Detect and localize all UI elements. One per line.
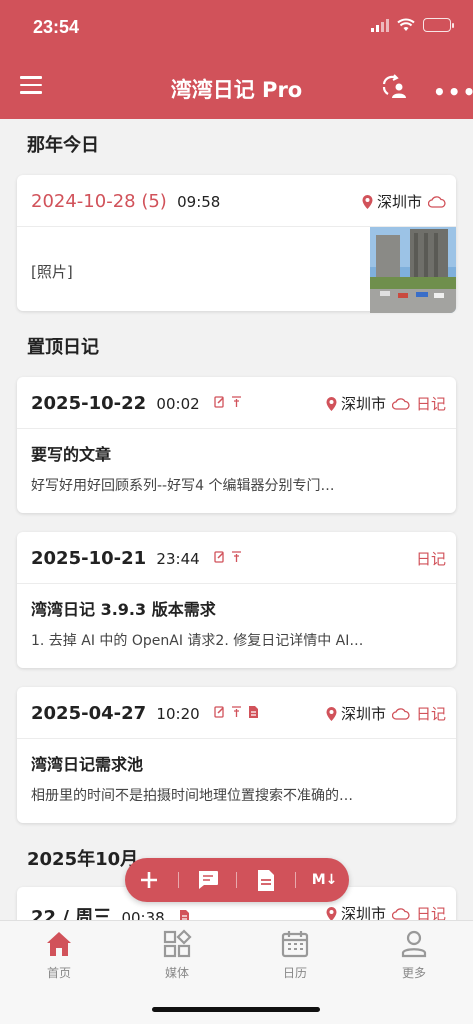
tab-calendar[interactable]: 日历 [255, 929, 335, 981]
location-pin-icon [326, 706, 337, 721]
sync-user-icon[interactable] [380, 74, 408, 100]
entry-category[interactable]: 日记 [416, 703, 446, 724]
tab-media[interactable]: 媒体 [137, 929, 217, 981]
edit-doc-icon [214, 551, 224, 563]
status-icons [371, 18, 454, 32]
home-indicator [152, 1007, 320, 1012]
app-header: 23:54 湾湾日记 Pro ••• [0, 0, 473, 119]
tab-more[interactable]: 更多 [374, 929, 454, 981]
entry-location: 深圳市 [376, 193, 422, 211]
entry-time: 09:58 [177, 193, 221, 211]
battery-icon [423, 18, 454, 32]
entry-body: [照片] [31, 263, 73, 281]
entry-date: 2025-10-21 [31, 548, 147, 569]
photo-thumbnail[interactable] [370, 227, 456, 313]
entry-title: 湾湾日记 3.9.3 版本需求 [31, 600, 216, 619]
entry-time: 00:02 [156, 395, 200, 413]
entry-title: 要写的文章 [31, 445, 112, 464]
entry-location: 深圳市 [340, 395, 386, 413]
diary-card[interactable]: 2025-04-27 10:20 深圳市 日记 湾湾日记需求池 相册里的时间不是… [17, 687, 456, 823]
document-icon [248, 706, 258, 718]
cloud-icon [428, 195, 446, 208]
divider [236, 872, 238, 888]
section-title-month: 2025年10月 [27, 849, 139, 870]
entry-category[interactable]: 日记 [416, 903, 446, 920]
status-time: 23:54 [33, 17, 80, 37]
floating-toolbar: M↓ [125, 858, 349, 902]
entry-time: 23:44 [156, 550, 200, 568]
entry-excerpt: 好写好用好回顾系列--好写4 个编辑器分别专门… [31, 478, 335, 494]
tab-label: 日历 [282, 966, 307, 980]
document-icon [258, 869, 275, 891]
edit-doc-icon [214, 706, 224, 718]
tab-label: 更多 [401, 966, 426, 980]
card-head: 2024-10-28 (5) 09:58 深圳市 [17, 175, 456, 227]
section-title-on-this-day: 那年今日 [27, 135, 99, 156]
entry-date: 2025-04-27 [31, 703, 147, 724]
markdown-button[interactable]: M↓ [305, 865, 345, 895]
pin-top-icon [231, 551, 241, 562]
entry-category[interactable]: 日记 [416, 548, 446, 569]
quick-note-button[interactable] [188, 865, 228, 895]
entry-excerpt: 1. 去掉 AI 中的 OpenAI 请求2. 修复日记详情中 AI… [31, 633, 364, 649]
edit-doc-icon [214, 396, 224, 408]
signal-icon [371, 18, 389, 32]
cloud-icon [391, 707, 410, 720]
home-icon [47, 932, 71, 956]
plus-icon [141, 872, 158, 888]
entry-time: 10:20 [156, 705, 200, 723]
content-scroll[interactable]: 那年今日 2024-10-28 (5) 09:58 深圳市 [照片] 置顶日记 … [0, 119, 473, 920]
entry-location: 深圳市 [340, 905, 386, 920]
divider [178, 872, 180, 888]
pin-top-icon [231, 396, 241, 407]
diary-card[interactable]: 2025-10-22 00:02 深圳市 日记 要写的文章 好写好用好回顾系列-… [17, 377, 456, 513]
entry-date: 2025-10-22 [31, 393, 147, 414]
pin-top-icon [231, 706, 241, 717]
more-icon[interactable]: ••• [433, 80, 473, 104]
tab-label: 首页 [46, 966, 71, 980]
wifi-icon [397, 18, 415, 31]
divider [294, 872, 296, 888]
entry-title: 湾湾日记需求池 [31, 755, 144, 774]
entry-date: 22 / 周三 [31, 907, 112, 920]
media-grid-icon [163, 929, 192, 958]
add-button[interactable] [129, 865, 169, 895]
cloud-icon [391, 907, 410, 920]
chat-note-icon [198, 871, 218, 889]
tab-label: 媒体 [164, 966, 189, 980]
location-pin-icon [326, 396, 337, 411]
on-this-day-card[interactable]: 2024-10-28 (5) 09:58 深圳市 [照片] [17, 175, 456, 313]
calendar-icon [281, 931, 309, 958]
entry-category[interactable]: 日记 [416, 393, 446, 414]
markdown-icon: M↓ [311, 872, 338, 888]
entry-location: 深圳市 [340, 705, 386, 723]
new-document-button[interactable] [246, 865, 286, 895]
location-pin-icon [326, 906, 337, 920]
diary-card[interactable]: 2025-10-21 23:44 日记 湾湾日记 3.9.3 版本需求 1. 去… [17, 532, 456, 668]
entry-excerpt: 相册里的时间不是拍摄时间地理位置搜索不准确的… [31, 788, 353, 804]
cloud-icon [391, 397, 410, 410]
entry-date: 2024-10-28 (5) [31, 191, 167, 212]
location-pin-icon [362, 194, 373, 209]
document-icon [179, 910, 189, 920]
section-title-pinned: 置顶日记 [27, 337, 99, 358]
tab-home[interactable]: 首页 [19, 929, 99, 981]
entry-time: 00:38 [121, 909, 165, 920]
user-icon [401, 930, 427, 958]
